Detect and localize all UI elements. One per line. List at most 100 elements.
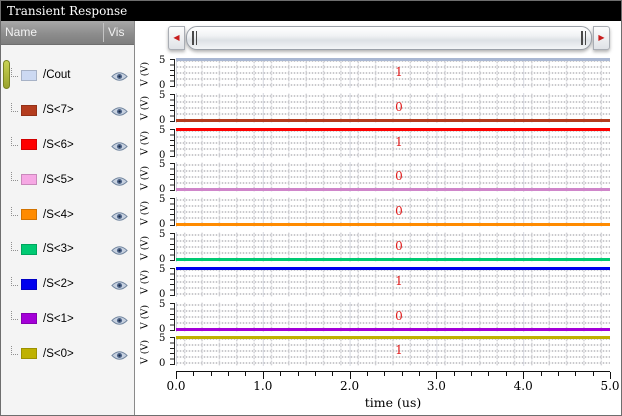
- waveform-trace: [176, 223, 610, 227]
- digital-value-annotation: 0: [395, 99, 403, 114]
- tree-branch-icon: [11, 346, 18, 356]
- waveform-trace: [176, 118, 610, 122]
- signal-name: /S<0>: [43, 347, 74, 360]
- x-minor-tick: [228, 372, 230, 376]
- x-tick-label: 1.0: [253, 379, 273, 393]
- y-axis-label: V (V): [139, 165, 151, 190]
- y-tick-5: 5: [159, 124, 166, 136]
- signal-row[interactable]: /S<7>: [1, 93, 135, 128]
- signal-name: /S<1>: [43, 312, 74, 325]
- x-minor-tick: [245, 372, 247, 376]
- y-axis-ticks: [170, 163, 175, 192]
- y-axis-label: V (V): [139, 96, 151, 121]
- waveform-trace: [176, 58, 610, 61]
- eye-icon[interactable]: [111, 69, 129, 82]
- y-tick-5: 5: [159, 194, 166, 206]
- digital-value-annotation: 1: [395, 134, 403, 149]
- eye-icon[interactable]: [111, 278, 129, 290]
- scroll-left-arrow-icon: ◀: [173, 33, 180, 42]
- signal-row[interactable]: /S<1>: [1, 302, 135, 337]
- x-tick-label: 0.0: [166, 379, 186, 393]
- signal-list-panel: Name Vis /Cout/S<7> /S<6> /S<5> /S<4> /S<3> /…: [1, 21, 135, 415]
- thumb-left-grip-icon[interactable]: [192, 31, 197, 45]
- x-major-tick: [436, 372, 438, 379]
- signal-color-swatch: [21, 348, 37, 360]
- x-minor-tick: [366, 372, 368, 376]
- tree-branch-icon: [11, 102, 18, 112]
- waveform-strip: V (V) 5 0 0: [135, 299, 621, 335]
- waveform-trace: [176, 127, 610, 131]
- eye-icon[interactable]: [111, 209, 129, 221]
- y-axis-label: V (V): [139, 270, 151, 295]
- waveform-trace: [176, 258, 610, 261]
- horizontal-scrollbar[interactable]: ◀ ▶: [168, 26, 610, 50]
- signal-color-swatch: [21, 104, 37, 116]
- digital-value-annotation: 1: [395, 273, 403, 288]
- waveform-plot-panel: ◀ ▶ V (V) 5 0 1 V (V) 5 0 0 V (V) 5 0 1 V (V) 5 0 0 V (V…: [135, 21, 621, 415]
- signal-row[interactable]: /S<0>: [1, 336, 135, 371]
- digital-value-annotation: 0: [395, 169, 403, 184]
- scrollbar-thumb[interactable]: [186, 26, 592, 50]
- signal-name: /S<7>: [43, 104, 74, 117]
- waveform-strip: V (V) 5 0 1: [135, 124, 621, 161]
- column-header-name[interactable]: Name: [5, 25, 37, 39]
- tree-branch-icon: [11, 137, 18, 147]
- waveform-strip: V (V) 5 0 1: [135, 263, 621, 300]
- digital-value-annotation: 0: [395, 308, 403, 323]
- x-minor-tick: [193, 372, 195, 376]
- eye-icon[interactable]: [111, 348, 129, 360]
- waveform-trace: [176, 327, 610, 331]
- x-tick-label: 5.0: [600, 379, 620, 393]
- signal-color-swatch: [21, 313, 37, 325]
- scroll-right-button[interactable]: ▶: [593, 26, 610, 50]
- column-header-vis[interactable]: Vis: [108, 25, 124, 39]
- signal-row[interactable]: /S<6>: [1, 128, 135, 163]
- y-tick-0: 0: [159, 358, 166, 370]
- eye-icon[interactable]: [111, 313, 129, 325]
- x-minor-tick: [488, 372, 490, 376]
- signal-name: /S<3>: [43, 243, 74, 256]
- x-minor-tick: [557, 372, 559, 376]
- signal-row[interactable]: /Cout: [1, 58, 135, 93]
- signal-row[interactable]: /S<4>: [1, 197, 135, 232]
- waveform-strip: V (V) 5 0 0: [135, 229, 621, 265]
- eye-icon[interactable]: [111, 243, 129, 256]
- thumb-right-grip-icon[interactable]: [581, 31, 586, 45]
- scroll-left-button[interactable]: ◀: [168, 26, 185, 50]
- eye-icon[interactable]: [111, 104, 129, 116]
- y-axis-ticks: [170, 302, 175, 331]
- tree-branch-icon: [11, 276, 18, 286]
- x-axis-title: time (us): [364, 395, 422, 410]
- waveform-viewer-window: Transient Response Name Vis /Cout/S<7> /S…: [0, 0, 622, 416]
- signal-color-swatch: [21, 243, 37, 255]
- x-tick-label: 3.0: [426, 379, 446, 393]
- x-minor-tick: [210, 372, 212, 376]
- y-tick-5: 5: [159, 159, 166, 171]
- signal-row[interactable]: /S<5>: [1, 162, 135, 197]
- x-minor-tick: [280, 372, 282, 376]
- signal-name: /S<6>: [43, 138, 74, 151]
- tree-branch-icon: [11, 207, 18, 217]
- y-axis-label: V (V): [139, 235, 151, 260]
- tree-branch-icon: [11, 172, 18, 182]
- y-axis-ticks: [170, 267, 175, 296]
- x-minor-tick: [314, 372, 316, 376]
- eye-icon[interactable]: [111, 174, 129, 186]
- y-axis-label: V (V): [139, 305, 151, 330]
- x-major-tick: [176, 372, 177, 379]
- signal-name: /S<4>: [43, 208, 74, 221]
- signal-row[interactable]: /S<3>: [1, 232, 135, 267]
- eye-icon[interactable]: [111, 139, 129, 151]
- y-axis-ticks: [170, 59, 175, 87]
- x-tick-label: 2.0: [340, 379, 360, 393]
- column-divider[interactable]: [103, 23, 104, 42]
- x-minor-tick: [297, 372, 299, 376]
- y-tick-5: 5: [159, 263, 166, 275]
- waveform-trace: [176, 188, 610, 192]
- window-title: Transient Response: [7, 4, 128, 18]
- y-axis-label: V (V): [139, 200, 151, 225]
- signal-name: /Cout: [43, 69, 71, 82]
- scroll-right-arrow-icon: ▶: [598, 33, 605, 42]
- signal-row[interactable]: /S<2>: [1, 267, 135, 302]
- waveform-trace: [176, 266, 610, 270]
